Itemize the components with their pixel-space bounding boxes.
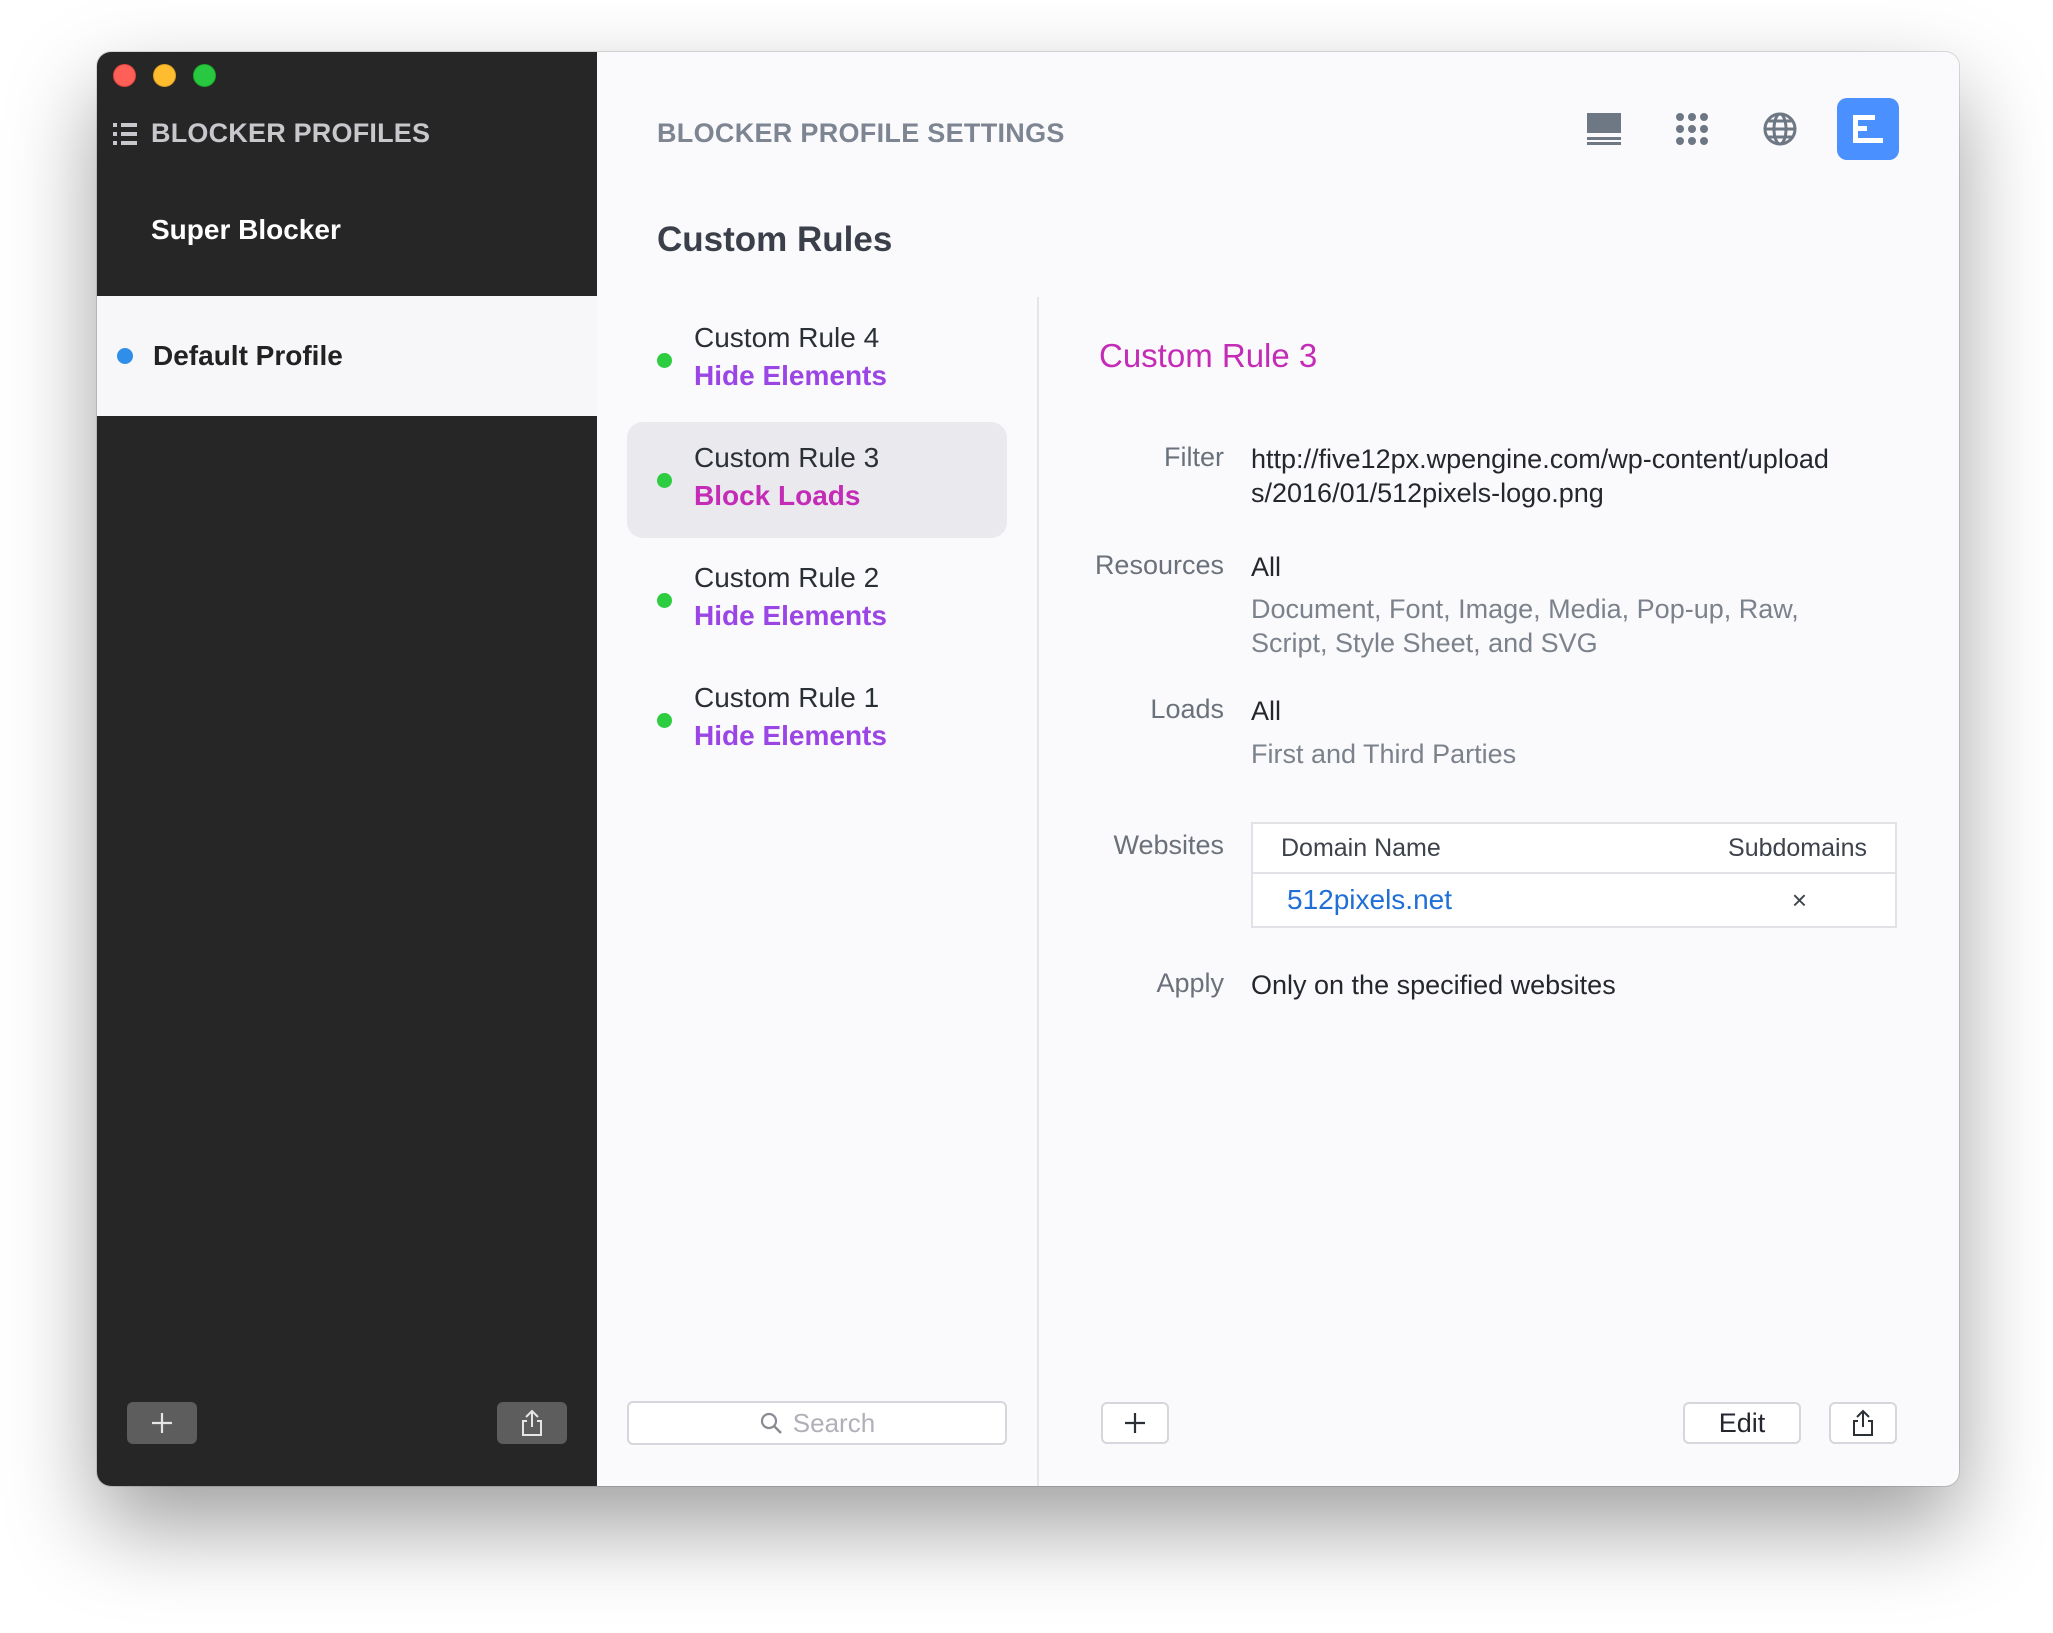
- search-placeholder: Search: [792, 1407, 876, 1438]
- sidebar-header: BLOCKER PROFILES: [113, 118, 430, 149]
- view-toolbar: [1573, 98, 1899, 160]
- add-profile-button[interactable]: [127, 1402, 197, 1444]
- resources-value: All: [1251, 552, 1282, 582]
- resources-label: Resources: [1094, 550, 1224, 580]
- add-rule-button[interactable]: [1101, 1402, 1169, 1444]
- apply-label: Apply: [1156, 968, 1224, 998]
- list-view-button[interactable]: [1573, 98, 1635, 160]
- list-icon: [113, 122, 137, 145]
- subdomains-value: ×: [1791, 884, 1807, 915]
- rule-name: Custom Rule 2: [694, 562, 880, 593]
- column-header-subdomains[interactable]: Subdomains: [1728, 834, 1867, 863]
- share-rule-button[interactable]: [1829, 1402, 1897, 1444]
- grid-view-button[interactable]: [1661, 98, 1723, 160]
- plus-icon: [152, 1413, 172, 1433]
- filter-value-line: http://five12px.wpengine.com/wp-content/…: [1251, 444, 1829, 474]
- table-row[interactable]: 512pixels.net ×: [1253, 874, 1895, 926]
- loads-value: All: [1251, 696, 1282, 726]
- window-controls: [113, 64, 216, 87]
- share-icon: [522, 1409, 542, 1436]
- minimize-window-button[interactable]: [153, 64, 176, 87]
- filter-value-line: s/2016/01/512pixels-logo.png: [1251, 478, 1604, 508]
- rule-name: Custom Rule 1: [694, 682, 880, 713]
- websites-table: Domain Name Subdomains 512pixels.net ×: [1251, 822, 1897, 928]
- domain-link[interactable]: 512pixels.net: [1287, 884, 1452, 916]
- app-window: BLOCKER PROFILES Super Blocker Default P…: [97, 52, 1959, 1486]
- rule-name: Custom Rule 4: [694, 322, 880, 353]
- grid-view-icon: [1676, 113, 1708, 145]
- search-input[interactable]: Search: [627, 1401, 1007, 1445]
- column-header-domain[interactable]: Domain Name: [1281, 834, 1441, 863]
- edit-rule-button[interactable]: Edit: [1683, 1402, 1801, 1444]
- rule-name: Custom Rule 3: [694, 442, 880, 473]
- table-header: Domain Name Subdomains: [1253, 824, 1895, 874]
- resources-detail-line: Document, Font, Image, Media, Pop-up, Ra…: [1251, 594, 1799, 624]
- rule-enabled-dot: [657, 593, 672, 608]
- rule-item[interactable]: Custom Rule 1 Hide Elements: [627, 662, 1007, 778]
- resources-detail: Document, Font, Image, Media, Pop-up, Ra…: [1251, 592, 1799, 660]
- page-title: BLOCKER PROFILE SETTINGS: [657, 118, 1065, 148]
- zoom-window-button[interactable]: [193, 64, 216, 87]
- share-profile-button[interactable]: [497, 1402, 567, 1444]
- rule-enabled-dot: [657, 473, 672, 488]
- rule-action: Hide Elements: [694, 600, 887, 631]
- plus-icon: [1125, 1413, 1145, 1433]
- custom-rules-view-button[interactable]: [1837, 98, 1899, 160]
- sidebar: BLOCKER PROFILES Super Blocker Default P…: [97, 52, 597, 1486]
- loads-label: Loads: [1150, 694, 1224, 724]
- loads-detail: First and Third Parties: [1251, 739, 1517, 769]
- rule-action: Hide Elements: [694, 720, 887, 751]
- apply-value: Only on the specified websites: [1251, 970, 1616, 1000]
- rule-enabled-dot: [657, 353, 672, 368]
- section-title: Custom Rules: [657, 220, 893, 259]
- sidebar-title: BLOCKER PROFILES: [151, 118, 431, 148]
- profile-item-default-profile[interactable]: Default Profile: [97, 296, 597, 416]
- rule-item[interactable]: Custom Rule 4 Hide Elements: [627, 302, 1007, 418]
- active-profile-indicator: [117, 348, 133, 364]
- profile-label: Super Blocker: [151, 214, 341, 245]
- share-icon: [1853, 1409, 1873, 1436]
- rule-enabled-dot: [657, 713, 672, 728]
- rule-item-selected[interactable]: Custom Rule 3 Block Loads: [627, 422, 1007, 538]
- profile-item-super-blocker[interactable]: Super Blocker: [97, 170, 597, 290]
- rule-action: Block Loads: [694, 480, 861, 511]
- close-window-button[interactable]: [113, 64, 136, 87]
- profile-label: Default Profile: [153, 340, 343, 371]
- globe-view-button[interactable]: [1749, 98, 1811, 160]
- column-divider: [1037, 297, 1039, 1486]
- globe-icon: [1763, 112, 1797, 146]
- search-icon: [760, 1412, 782, 1434]
- list-view-icon: [1587, 113, 1621, 145]
- filter-label: Filter: [1164, 442, 1224, 472]
- rule-action: Hide Elements: [694, 360, 887, 391]
- resources-detail-line: Script, Style Sheet, and SVG: [1251, 628, 1598, 658]
- rule-detail-title: Custom Rule 3: [1099, 337, 1318, 374]
- filter-value: http://five12px.wpengine.com/wp-content/…: [1251, 442, 1891, 510]
- websites-label: Websites: [1113, 830, 1224, 860]
- rule-item[interactable]: Custom Rule 2 Hide Elements: [627, 542, 1007, 658]
- custom-rules-icon: [1853, 115, 1883, 143]
